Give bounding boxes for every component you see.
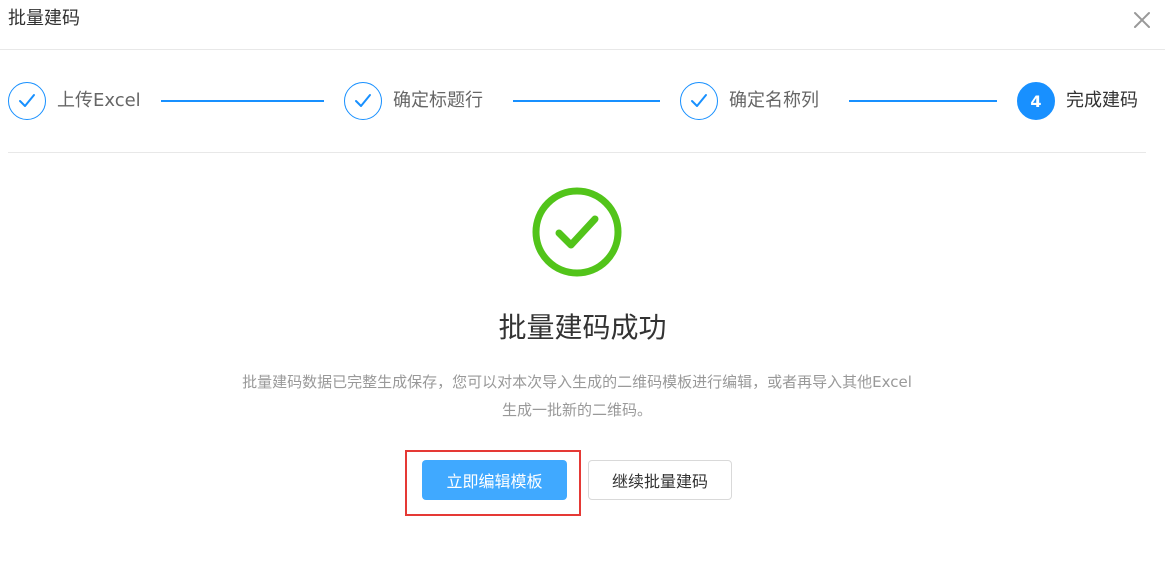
steps-divider (8, 152, 1146, 153)
steps-bar: 上传Excel 确定标题行 确定名称列 4 完成建码 (0, 50, 1165, 152)
step-connector-2 (513, 100, 660, 102)
step-3-circle (680, 82, 718, 120)
step-3-label: 确定名称列 (729, 90, 819, 111)
dialog-title: 批量建码 (8, 8, 80, 29)
step-2-circle (344, 82, 382, 120)
result-description-line-1: 批量建码数据已完整生成保存，您可以对本次导入生成的二维码模板进行编辑，或者再导入… (242, 373, 912, 391)
step-connector-3 (849, 100, 997, 102)
step-1-circle (8, 82, 46, 120)
close-button[interactable] (1128, 6, 1156, 34)
result-description-line-2: 生成一批新的二维码。 (501, 401, 652, 419)
step-4-circle: 4 (1017, 82, 1055, 120)
success-check-icon (531, 186, 623, 278)
batch-create-dialog: 批量建码 上传Excel 确定标题行 确定名称列 4 完成建码 批量建码成功 批… (0, 0, 1165, 567)
dialog-header: 批量建码 (0, 0, 1165, 50)
check-icon (355, 94, 371, 107)
step-connector-1 (161, 100, 324, 102)
step-1-label: 上传Excel (57, 90, 141, 111)
step-4-label: 完成建码 (1066, 90, 1138, 111)
continue-batch-create-button[interactable]: 继续批量建码 (588, 460, 732, 500)
result-description: 批量建码数据已完整生成保存，您可以对本次导入生成的二维码模板进行编辑，或者再导入… (182, 368, 972, 424)
check-icon (691, 94, 707, 107)
step-2-label: 确定标题行 (393, 90, 483, 111)
close-icon (1134, 12, 1150, 28)
edit-template-button[interactable]: 立即编辑模板 (422, 460, 567, 500)
check-icon (19, 94, 35, 107)
result-title: 批量建码成功 (498, 311, 667, 344)
